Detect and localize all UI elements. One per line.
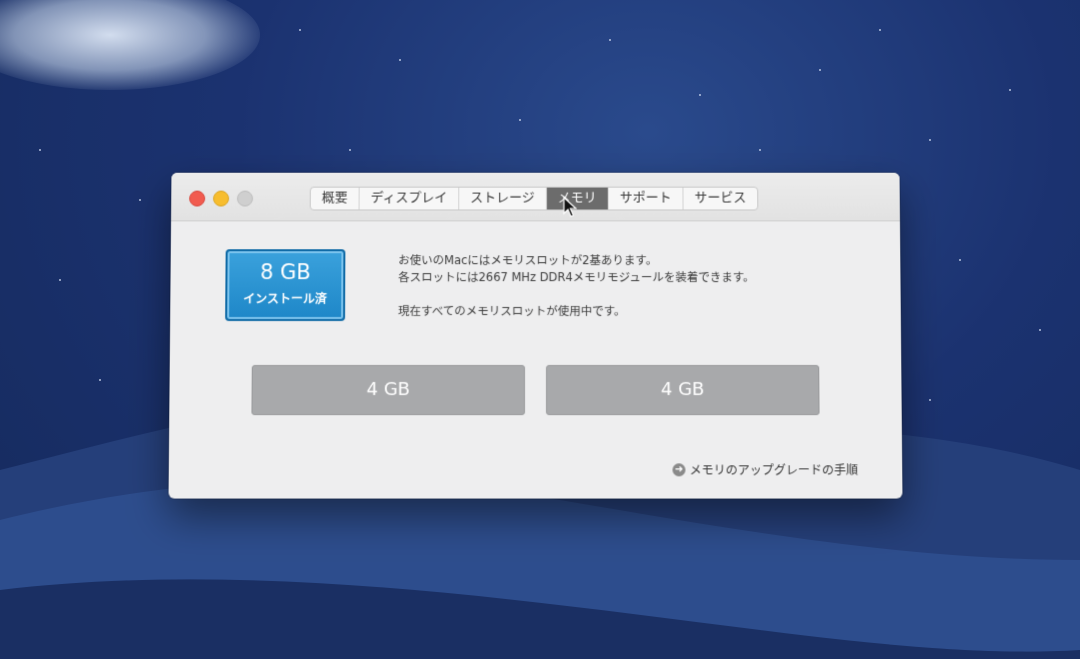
close-button[interactable] (189, 190, 206, 207)
tab-support[interactable]: サポート (608, 187, 684, 210)
memory-info-spec: 各スロットには2667 MHz DDR4メモリモジュールを装着できます。 (398, 270, 755, 285)
minimize-button[interactable] (213, 190, 230, 207)
tab-storage[interactable]: ストレージ (459, 187, 547, 210)
installed-memory-label: インストール済 (243, 292, 328, 307)
tab-service[interactable]: サービス (683, 188, 757, 210)
memory-info: お使いのMacにはメモリスロットが2基あります。 各スロットには2667 MHz… (398, 252, 755, 320)
memory-upgrade-link[interactable]: ➜ メモリのアップグレードの手順 (672, 461, 858, 478)
memory-slot-2: 4 GB (546, 365, 820, 416)
memory-slot-1: 4 GB (251, 365, 525, 416)
tab-displays[interactable]: ディスプレイ (359, 187, 460, 210)
installed-memory-badge: 8 GB インストール済 (225, 249, 346, 322)
tab-memory[interactable]: メモリ (546, 187, 609, 210)
arrow-circle-right-icon: ➜ (672, 463, 686, 477)
tab-bar: 概要 ディスプレイ ストレージ メモリ サポート サービス (309, 186, 759, 211)
about-this-mac-window: 概要 ディスプレイ ストレージ メモリ サポート サービス 8 GB インストー… (168, 172, 903, 499)
memory-pane: 8 GB インストール済 お使いのMacにはメモリスロットが2基あります。 各ス… (169, 221, 903, 498)
memory-upgrade-label: メモリのアップグレードの手順 (689, 463, 859, 478)
title-bar: 概要 ディスプレイ ストレージ メモリ サポート サービス (171, 172, 900, 222)
tab-overview[interactable]: 概要 (310, 187, 360, 210)
installed-memory-size: 8 GB (259, 260, 311, 285)
memory-info-slots: お使いのMacにはメモリスロットが2基あります。 (398, 253, 658, 268)
memory-info-usage: 現在すべてのメモリスロットが使用中です。 (398, 304, 626, 319)
mouse-cursor-icon (563, 197, 577, 219)
zoom-button[interactable] (236, 190, 254, 207)
